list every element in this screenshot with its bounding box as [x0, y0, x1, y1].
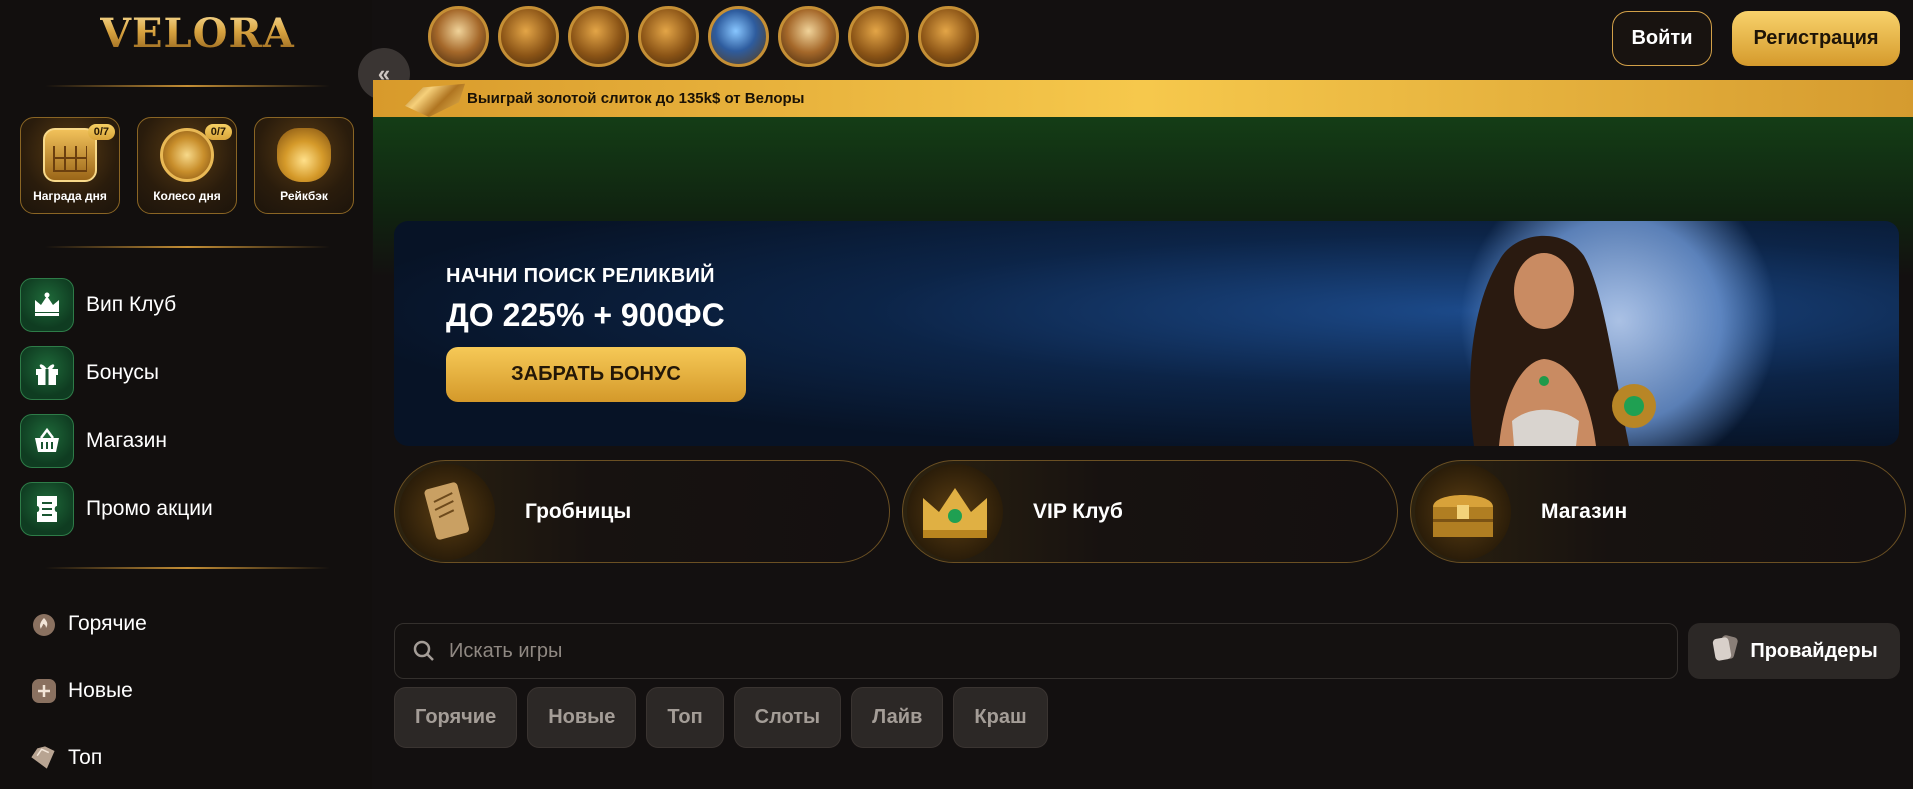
menu-item-new[interactable]: Новые	[30, 673, 147, 708]
promo-ticker[interactable]: Выиграй золотой слиток до 135k$ от Велор…	[373, 80, 1913, 117]
tab-top[interactable]: Топ	[646, 687, 724, 748]
search-input[interactable]	[449, 639, 1549, 663]
providers-button[interactable]: Провайдеры	[1688, 623, 1900, 679]
tab-crash[interactable]: Краш	[953, 687, 1048, 748]
menu-item-label: Горячие	[68, 611, 147, 635]
daily-reward-card[interactable]: 0/7 Награда дня	[20, 117, 120, 214]
gold-bars-icon	[405, 83, 465, 117]
category-cards: Гробницы VIP Клуб Магазин	[394, 460, 1906, 563]
plus-icon	[30, 677, 58, 705]
menu-item-vip[interactable]: Вип Клуб	[20, 278, 213, 332]
category-card-vip[interactable]: VIP Клуб	[902, 460, 1398, 563]
search-icon	[411, 638, 437, 664]
divider	[45, 246, 330, 248]
rakeback-label: Рейкбэк	[280, 189, 328, 203]
hero-title: ДО 225% + 900ФС	[446, 297, 725, 333]
tab-live[interactable]: Лайв	[851, 687, 944, 748]
sidebar: VELORA 0/7 Награда дня 0/7 Колесо дня Ре…	[0, 0, 372, 789]
category-label: Магазин	[1541, 499, 1628, 523]
chest-icon	[1415, 463, 1511, 560]
claim-bonus-button[interactable]: ЗАБРАТЬ БОНУС	[446, 347, 746, 402]
secondary-menu: Горячие Новые Топ	[30, 606, 147, 775]
search-bar	[394, 623, 1678, 679]
scroll-icon	[399, 463, 495, 560]
featured-games-strip	[428, 6, 979, 67]
register-button[interactable]: Регистрация	[1732, 11, 1900, 66]
daily-wheel-label: Колесо дня	[153, 189, 221, 203]
daily-wheel-card[interactable]: 0/7 Колесо дня	[137, 117, 237, 214]
game-treasure-icon[interactable]	[568, 6, 629, 67]
divider	[45, 85, 330, 87]
crown-icon	[907, 463, 1003, 560]
game-gold-icon[interactable]	[638, 6, 699, 67]
progress-badge: 0/7	[87, 124, 115, 140]
menu-item-label: Магазин	[86, 429, 168, 452]
money-bag-icon	[277, 128, 331, 182]
basket-icon	[20, 414, 74, 468]
logo[interactable]: VELORA	[100, 10, 295, 57]
menu-item-label: Бонусы	[86, 361, 159, 384]
menu-item-label: Топ	[68, 745, 103, 769]
daily-reward-label: Награда дня	[33, 189, 107, 203]
game-calendar-icon[interactable]	[498, 6, 559, 67]
game-explorer-icon[interactable]	[778, 6, 839, 67]
hero-subtitle: НАЧНИ ПОИСК РЕЛИКВИЙ	[446, 265, 715, 287]
tab-slots[interactable]: Слоты	[733, 687, 842, 748]
daily-rewards: 0/7 Награда дня 0/7 Колесо дня Рейкбэк	[20, 117, 354, 214]
hero-banner: НАЧНИ ПОИСК РЕЛИКВИЙ ДО 225% + 900ФС ЗАБ…	[394, 221, 1899, 446]
rakeback-card[interactable]: Рейкбэк	[254, 117, 354, 214]
ticket-icon	[20, 482, 74, 536]
game-compass-icon[interactable]	[708, 6, 769, 67]
menu-item-hot[interactable]: Горячие	[30, 606, 147, 641]
game-coin-bag-icon[interactable]	[918, 6, 979, 67]
fire-icon	[30, 610, 58, 638]
explorer-character-image	[1470, 235, 1656, 446]
category-label: Гробницы	[525, 499, 632, 523]
menu-item-top[interactable]: Топ	[30, 740, 147, 775]
tab-hot[interactable]: Горячие	[394, 687, 518, 748]
providers-icon	[1710, 634, 1740, 668]
menu-item-label: Вип Клуб	[86, 293, 177, 316]
category-card-tombs[interactable]: Гробницы	[394, 460, 890, 563]
category-card-shop[interactable]: Магазин	[1410, 460, 1906, 563]
divider	[45, 567, 330, 569]
menu-item-promos[interactable]: Промо акции	[20, 482, 213, 536]
game-dragon-icon[interactable]	[848, 6, 909, 67]
gift-icon	[20, 346, 74, 400]
promo-ticker-text: Выиграй золотой слиток до 135k$ от Велор…	[467, 90, 805, 107]
diamond-icon	[30, 744, 58, 772]
progress-badge: 0/7	[204, 124, 232, 140]
game-mask-icon[interactable]	[428, 6, 489, 67]
primary-menu: Вип Клуб Бонусы Магазин Промо акции	[20, 278, 213, 536]
menu-item-shop[interactable]: Магазин	[20, 414, 213, 468]
menu-item-bonuses[interactable]: Бонусы	[20, 346, 213, 400]
tab-new[interactable]: Новые	[527, 687, 637, 748]
menu-item-label: Новые	[68, 678, 133, 702]
game-filter-tabs: Горячие Новые Топ Слоты Лайв Краш	[394, 687, 1048, 748]
providers-label: Провайдеры	[1750, 639, 1878, 662]
login-button[interactable]: Войти	[1612, 11, 1712, 66]
menu-item-label: Промо акции	[86, 497, 213, 520]
category-label: VIP Клуб	[1033, 499, 1123, 523]
crown-icon	[20, 278, 74, 332]
